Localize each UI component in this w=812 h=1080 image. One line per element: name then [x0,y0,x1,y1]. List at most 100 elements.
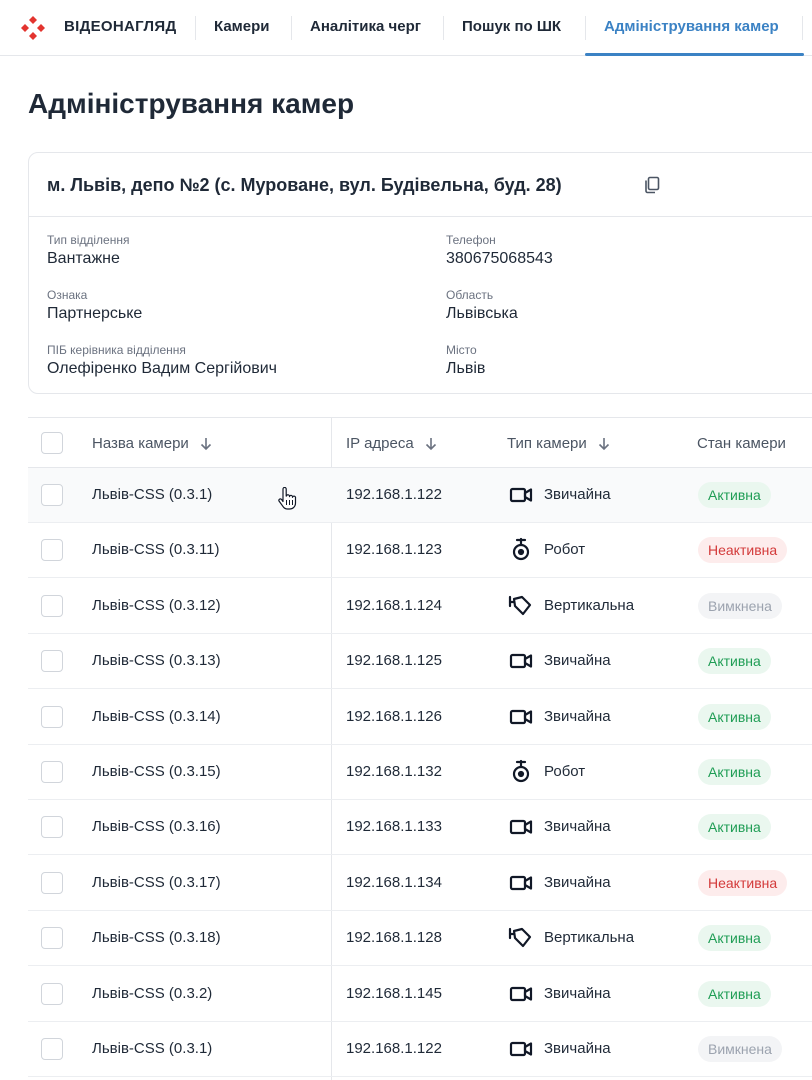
tab-cameras[interactable]: Камери [214,18,270,35]
row-checkbox[interactable] [41,983,63,1005]
logo-icon [21,16,45,40]
status-badge: Вимкнена [698,1036,782,1062]
camera-name: Львів-CSS (0.3.1) [92,1040,213,1057]
camera-type: Звичайна [544,652,611,669]
camera-name: Львів-CSS (0.3.12) [92,597,221,614]
table-row[interactable]: Львів-CSS (0.3.16) 192.168.1.133 Звичайна А… [28,800,812,855]
city-value: Львів [446,360,486,377]
camera-name: Львів-CSS (0.3.1) [92,486,213,503]
table-row[interactable]: Львів-CSS (0.3.12) 192.168.1.124 Вертикаль… [28,579,812,634]
sort-arrow-icon[interactable] [597,437,611,451]
camera-ip: 192.168.1.124 [346,597,442,614]
brand-name: ВІДЕОНАГЛЯД [64,18,177,35]
column-header-name[interactable]: Назва камери [92,435,213,452]
video-camera-icon [508,981,534,1007]
table-row[interactable]: Львів-CSS (0.3.1) 192.168.1.122 Звичайна Ак… [28,468,812,523]
column-header-status-label: Стан камери [697,435,786,452]
camera-ip: 192.168.1.125 [346,652,442,669]
cameras-table: Назва камери IP адреса Тип камери Стан к… [28,417,812,1080]
manager-label: ПІБ керівника відділення [47,343,186,357]
nav-divider [585,16,586,40]
table-row[interactable]: Львів-CSS (0.3.17) 192.168.1.134 Звичайна Н… [28,856,812,911]
row-checkbox[interactable] [41,816,63,838]
status-badge: Активна [698,704,771,730]
table-row[interactable]: Львів-CSS (0.3.15) 192.168.1.132 Робот Акти… [28,745,812,800]
department-type-label: Тип відділення [47,233,130,247]
camera-type: Робот [544,541,586,558]
nav-divider [195,16,196,40]
table-row[interactable]: Львів-CSS (0.3.2) 192.168.1.145 Звичайна Ак… [28,967,812,1022]
select-all-checkbox[interactable] [41,432,63,454]
department-title: м. Львів, депо №2 (с. Муроване, вул. Буд… [47,175,562,195]
row-checkbox[interactable] [41,761,63,783]
video-camera-icon [508,704,534,730]
camera-ip: 192.168.1.123 [346,541,442,558]
robot-camera-icon [508,537,534,563]
tab-camera-administration[interactable]: Адміністрування камер [604,18,779,35]
camera-name: Львів-CSS (0.3.11) [92,541,220,558]
camera-type: Звичайна [544,1040,611,1057]
row-checkbox[interactable] [41,706,63,728]
sign-label: Ознака [47,288,88,302]
row-checkbox[interactable] [41,927,63,949]
table-row[interactable]: Львів-CSS (0.3.13) 192.168.1.125 Звичайна А… [28,634,812,689]
table-row[interactable]: Львів-CSS (0.3.14) 192.168.1.126 Звичайна А… [28,690,812,745]
row-checkbox[interactable] [41,650,63,672]
column-header-status[interactable]: Стан камери [697,435,786,452]
region-label: Область [446,288,494,302]
camera-type: Звичайна [544,985,611,1002]
row-checkbox[interactable] [41,539,63,561]
table-header: Назва камери IP адреса Тип камери Стан к… [28,418,812,468]
column-header-ip-label: IP адреса [346,435,414,452]
camera-ip: 192.168.1.133 [346,818,442,835]
vertical-camera-icon [508,925,534,951]
status-badge: Неактивна [698,870,788,896]
camera-type: Звичайна [544,818,611,835]
camera-type: Робот [544,763,586,780]
copy-icon[interactable] [642,175,662,195]
status-badge: Активна [698,981,771,1007]
city-label: Місто [446,343,477,357]
department-card: м. Львів, депо №2 (с. Муроване, вул. Буд… [28,152,812,394]
video-camera-icon [508,870,534,896]
status-badge: Активна [698,759,771,785]
tab-queue-analytics[interactable]: Аналітика черг [310,18,421,35]
camera-name: Львів-CSS (0.3.15) [92,763,221,780]
camera-name: Львів-CSS (0.3.14) [92,708,221,725]
table-row[interactable]: Львів-CSS (0.3.1) 192.168.1.122 Звичайна Ви… [28,1022,812,1077]
camera-ip: 192.168.1.126 [346,708,442,725]
active-tab-indicator [585,53,804,56]
table-row[interactable]: Львів-CSS (0.3.11) 192.168.1.123 Робот Неак… [28,523,812,578]
vertical-camera-icon [508,593,534,619]
sort-arrow-icon[interactable] [424,437,438,451]
hand-cursor-icon [278,487,297,510]
tab-barcode-search[interactable]: Пошук по ШК [462,18,561,35]
column-header-ip[interactable]: IP адреса [346,435,438,452]
camera-type: Звичайна [544,874,611,891]
camera-ip: 192.168.1.128 [346,929,442,946]
camera-name: Львів-CSS (0.3.2) [92,985,213,1002]
camera-ip: 192.168.1.122 [346,486,442,503]
status-badge: Активна [698,648,771,674]
sign-value: Партнерське [47,305,143,322]
sort-arrow-icon[interactable] [199,437,213,451]
table-row[interactable]: Львів-CSS (0.3.18) 192.168.1.128 Вертикаль… [28,911,812,966]
video-camera-icon [508,648,534,674]
camera-type: Звичайна [544,708,611,725]
page-title: Адміністрування камер [28,88,355,119]
camera-ip: 192.168.1.122 [346,1040,442,1057]
department-card-header: м. Львів, депо №2 (с. Муроване, вул. Буд… [29,153,812,217]
status-badge: Активна [698,925,771,951]
column-header-type[interactable]: Тип камери [507,435,611,452]
status-badge: Активна [698,814,771,840]
region-value: Львівська [446,305,518,322]
row-checkbox[interactable] [41,484,63,506]
row-checkbox[interactable] [41,595,63,617]
robot-camera-icon [508,759,534,785]
row-checkbox[interactable] [41,1038,63,1060]
nav-divider [443,16,444,40]
camera-ip: 192.168.1.132 [346,763,442,780]
row-checkbox[interactable] [41,872,63,894]
column-header-type-label: Тип камери [507,435,587,452]
video-camera-icon [508,1036,534,1062]
